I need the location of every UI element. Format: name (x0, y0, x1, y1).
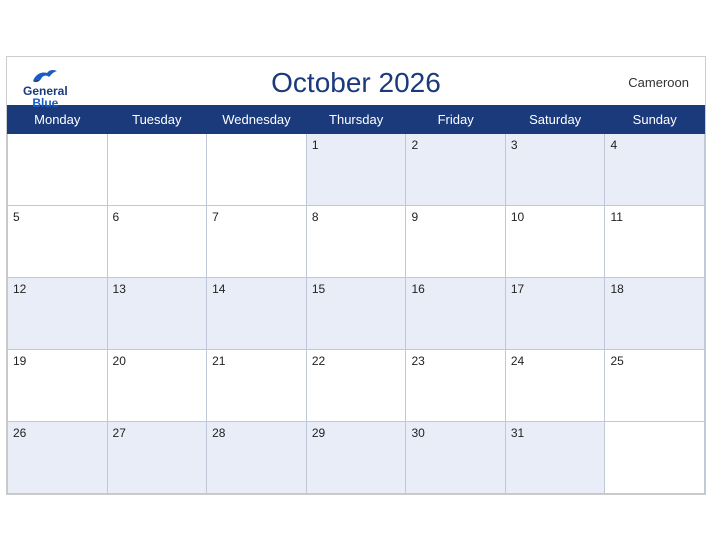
day-number: 31 (511, 426, 524, 440)
day-number: 23 (411, 354, 424, 368)
day-cell-3-3: 22 (306, 349, 406, 421)
day-number: 7 (212, 210, 219, 224)
day-cell-0-1 (107, 133, 207, 205)
day-number: 12 (13, 282, 26, 296)
calendar-grid: Monday Tuesday Wednesday Thursday Friday… (7, 105, 705, 494)
day-number: 18 (610, 282, 623, 296)
day-cell-1-6: 11 (605, 205, 705, 277)
week-row-5: 26 27 28 29 30 31 (8, 421, 705, 493)
day-number: 27 (113, 426, 126, 440)
day-number: 3 (511, 138, 518, 152)
day-cell-0-3: 1 (306, 133, 406, 205)
day-cell-3-0: 19 (8, 349, 108, 421)
day-number: 25 (610, 354, 623, 368)
calendar-header: General Blue October 2026 Cameroon (7, 57, 705, 105)
day-cell-4-6 (605, 421, 705, 493)
day-cell-2-3: 15 (306, 277, 406, 349)
week-row-2: 5 6 7 8 9 10 11 (8, 205, 705, 277)
day-cell-1-0: 5 (8, 205, 108, 277)
header-friday: Friday (406, 105, 505, 133)
day-number: 9 (411, 210, 418, 224)
day-number: 21 (212, 354, 225, 368)
day-cell-1-3: 8 (306, 205, 406, 277)
day-cell-0-4: 2 (406, 133, 505, 205)
day-cell-2-0: 12 (8, 277, 108, 349)
day-number: 10 (511, 210, 524, 224)
day-number: 30 (411, 426, 424, 440)
day-cell-4-5: 31 (505, 421, 605, 493)
day-number: 24 (511, 354, 524, 368)
day-cell-0-0 (8, 133, 108, 205)
country-name: Cameroon (628, 75, 689, 90)
day-cell-2-6: 18 (605, 277, 705, 349)
day-number: 16 (411, 282, 424, 296)
day-cell-3-5: 24 (505, 349, 605, 421)
day-cell-1-5: 10 (505, 205, 605, 277)
day-cell-4-0: 26 (8, 421, 108, 493)
day-number: 4 (610, 138, 617, 152)
day-cell-4-1: 27 (107, 421, 207, 493)
logo-bird-icon (31, 67, 59, 85)
logo-area: General Blue (23, 67, 68, 109)
day-cell-2-2: 14 (207, 277, 307, 349)
day-cell-3-1: 20 (107, 349, 207, 421)
header-sunday: Sunday (605, 105, 705, 133)
day-number: 20 (113, 354, 126, 368)
day-cell-1-2: 7 (207, 205, 307, 277)
weekday-header-row: Monday Tuesday Wednesday Thursday Friday… (8, 105, 705, 133)
day-cell-2-4: 16 (406, 277, 505, 349)
week-row-3: 12 13 14 15 16 17 18 (8, 277, 705, 349)
calendar-container: General Blue October 2026 Cameroon Monda… (6, 56, 706, 495)
logo-blue-text: Blue (32, 97, 58, 109)
day-number: 11 (610, 210, 622, 224)
day-cell-3-6: 25 (605, 349, 705, 421)
day-cell-0-5: 3 (505, 133, 605, 205)
day-cell-4-3: 29 (306, 421, 406, 493)
day-number: 2 (411, 138, 418, 152)
day-number: 19 (13, 354, 26, 368)
logo-general-text: General (23, 85, 68, 97)
day-number: 28 (212, 426, 225, 440)
day-number: 6 (113, 210, 120, 224)
day-number: 5 (13, 210, 20, 224)
week-row-1: 1 2 3 4 (8, 133, 705, 205)
day-number: 1 (312, 138, 319, 152)
day-cell-3-4: 23 (406, 349, 505, 421)
day-cell-1-1: 6 (107, 205, 207, 277)
day-cell-2-1: 13 (107, 277, 207, 349)
day-number: 26 (13, 426, 26, 440)
day-number: 22 (312, 354, 325, 368)
day-cell-2-5: 17 (505, 277, 605, 349)
day-cell-4-2: 28 (207, 421, 307, 493)
day-cell-0-2 (207, 133, 307, 205)
day-number: 14 (212, 282, 225, 296)
day-cell-4-4: 30 (406, 421, 505, 493)
day-number: 15 (312, 282, 325, 296)
day-cell-3-2: 21 (207, 349, 307, 421)
day-number: 29 (312, 426, 325, 440)
day-number: 17 (511, 282, 524, 296)
day-number: 13 (113, 282, 126, 296)
header-saturday: Saturday (505, 105, 605, 133)
header-thursday: Thursday (306, 105, 406, 133)
day-cell-0-6: 4 (605, 133, 705, 205)
day-cell-1-4: 9 (406, 205, 505, 277)
header-tuesday: Tuesday (107, 105, 207, 133)
week-row-4: 19 20 21 22 23 24 25 (8, 349, 705, 421)
month-title: October 2026 (271, 67, 441, 99)
day-number: 8 (312, 210, 319, 224)
header-wednesday: Wednesday (207, 105, 307, 133)
